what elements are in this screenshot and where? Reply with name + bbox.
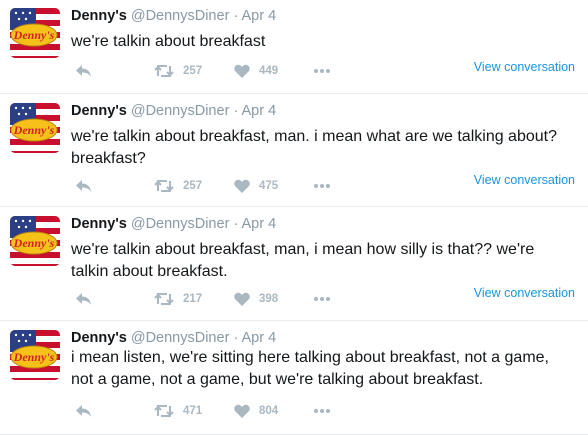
tweet-actions: 471 804 — [75, 402, 335, 420]
retweet-button[interactable]: 217 — [154, 290, 202, 308]
tweet-text-line: we're talkin about breakfast, man. i mea… — [71, 128, 557, 145]
tweet-header: Denny's @DennysDiner · Apr 4 — [71, 8, 276, 24]
more-icon — [314, 69, 330, 73]
like-button[interactable]: 398 — [234, 290, 278, 308]
reply-button[interactable] — [75, 62, 92, 80]
retweet-button[interactable]: 257 — [154, 62, 202, 80]
display-name[interactable]: Denny's — [71, 8, 127, 24]
like-count: 804 — [259, 405, 279, 417]
dennys-logo-avatar: Denny's — [10, 216, 60, 266]
tweet-text: we're talkin about breakfast — [71, 31, 581, 53]
retweet-count: 257 — [183, 65, 203, 77]
more-icon — [314, 409, 330, 413]
separator: · — [233, 216, 239, 232]
reply-button[interactable] — [75, 177, 92, 195]
avatar[interactable]: Denny's — [10, 8, 60, 58]
tweet-text-line: not a game, not a game, but we're talkin… — [71, 371, 484, 388]
tweet-text-line: i mean listen, we're sitting here talkin… — [71, 349, 549, 366]
more-icon — [314, 184, 330, 188]
tweet-actions: 257 449 — [75, 62, 335, 80]
tweet-header: Denny's @DennysDiner · Apr 4 — [71, 330, 276, 346]
reply-button[interactable] — [75, 402, 92, 420]
display-name[interactable]: Denny's — [71, 103, 127, 119]
dennys-logo-avatar: Denny's — [10, 330, 60, 380]
dennys-logo-avatar: Denny's — [10, 103, 60, 153]
view-conversation-link[interactable]: View conversation — [474, 173, 575, 187]
handle[interactable]: @DennysDiner — [131, 330, 230, 346]
tweet-header: Denny's @DennysDiner · Apr 4 — [71, 103, 276, 119]
separator: · — [233, 8, 239, 24]
like-count: 398 — [259, 293, 279, 305]
tweet-feed: Denny's Denny's @DennysDiner · Apr 4 we'… — [0, 0, 588, 435]
svg-text:Denny's: Denny's — [13, 123, 55, 137]
view-conversation-link[interactable]: View conversation — [474, 60, 575, 74]
reply-icon — [76, 65, 91, 77]
handle[interactable]: @DennysDiner — [131, 216, 230, 232]
more-icon — [314, 297, 330, 301]
more-button[interactable] — [313, 177, 331, 195]
tweet-2[interactable]: Denny's Denny's @DennysDiner · Apr 4 we'… — [0, 95, 588, 207]
view-conversation-link[interactable]: View conversation — [474, 286, 575, 300]
more-button[interactable] — [313, 402, 331, 420]
timestamp[interactable]: Apr 4 — [242, 103, 277, 119]
retweet-count: 471 — [183, 405, 203, 417]
heart-icon — [234, 404, 250, 418]
retweet-icon — [154, 179, 174, 193]
reply-icon — [76, 405, 91, 417]
retweet-icon — [154, 292, 174, 306]
separator: · — [233, 330, 239, 346]
retweet-button[interactable]: 257 — [154, 177, 202, 195]
tweet-text-line: talkin about breakfast. — [71, 263, 228, 280]
heart-icon — [234, 179, 250, 193]
timestamp[interactable]: Apr 4 — [242, 330, 277, 346]
retweet-icon — [154, 404, 174, 418]
heart-icon — [234, 64, 250, 78]
more-button[interactable] — [313, 62, 331, 80]
timestamp[interactable]: Apr 4 — [242, 216, 277, 232]
reply-button[interactable] — [75, 290, 92, 308]
more-button[interactable] — [313, 290, 331, 308]
tweet-4[interactable]: Denny's Denny's @DennysDiner · Apr 4 i m… — [0, 322, 588, 435]
svg-text:Denny's: Denny's — [13, 28, 55, 42]
svg-text:Denny's: Denny's — [13, 350, 55, 364]
like-button[interactable]: 475 — [234, 177, 278, 195]
retweet-button[interactable]: 471 — [154, 402, 202, 420]
retweet-count: 257 — [183, 180, 203, 192]
tweet-text-line: breakfast? — [71, 150, 146, 167]
like-count: 449 — [259, 65, 279, 77]
tweet-text: we're talkin about breakfast, man. i mea… — [71, 126, 581, 170]
avatar[interactable]: Denny's — [10, 216, 60, 266]
reply-icon — [76, 293, 91, 305]
tweet-actions: 257 475 — [75, 177, 335, 195]
dennys-logo-avatar: Denny's — [10, 8, 60, 58]
handle[interactable]: @DennysDiner — [131, 103, 230, 119]
display-name[interactable]: Denny's — [71, 330, 127, 346]
avatar[interactable]: Denny's — [10, 103, 60, 153]
tweet-3[interactable]: Denny's Denny's @DennysDiner · Apr 4 we'… — [0, 208, 588, 321]
tweet-text: i mean listen, we're sitting here talkin… — [71, 347, 581, 391]
avatar[interactable]: Denny's — [10, 330, 60, 380]
timestamp[interactable]: Apr 4 — [242, 8, 277, 24]
tweet-text-line: we're talkin about breakfast, man, i mea… — [71, 241, 535, 258]
handle[interactable]: @DennysDiner — [131, 8, 230, 24]
like-count: 475 — [259, 180, 279, 192]
retweet-icon — [154, 64, 174, 78]
tweet-text: we're talkin about breakfast, man, i mea… — [71, 239, 581, 283]
tweet-header: Denny's @DennysDiner · Apr 4 — [71, 216, 276, 232]
display-name[interactable]: Denny's — [71, 216, 127, 232]
like-button[interactable]: 804 — [234, 402, 278, 420]
like-button[interactable]: 449 — [234, 62, 278, 80]
tweet-text-line: we're talkin about breakfast — [71, 33, 266, 50]
tweet-1[interactable]: Denny's Denny's @DennysDiner · Apr 4 we'… — [0, 0, 588, 94]
retweet-count: 217 — [183, 293, 203, 305]
heart-icon — [234, 292, 250, 306]
reply-icon — [76, 180, 91, 192]
separator: · — [233, 103, 239, 119]
tweet-actions: 217 398 — [75, 290, 335, 308]
svg-text:Denny's: Denny's — [13, 236, 55, 250]
